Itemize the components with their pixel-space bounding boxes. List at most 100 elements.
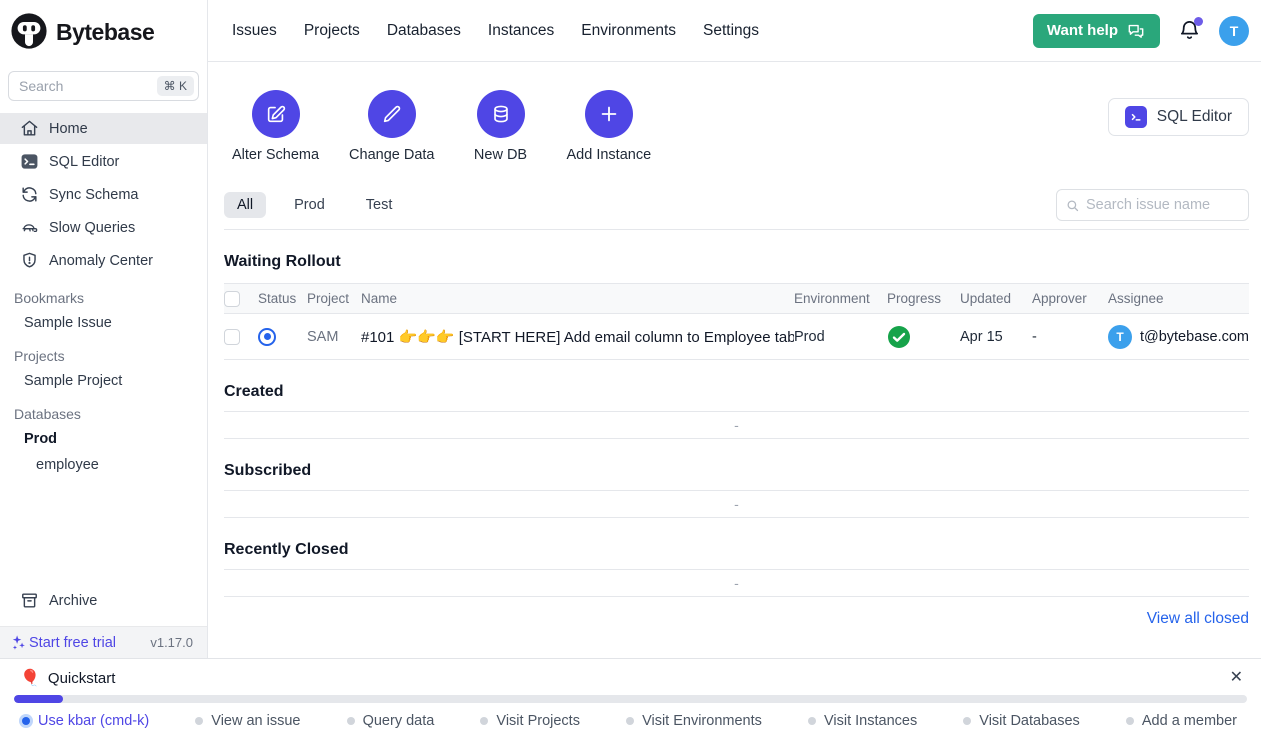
- top-nav: Issues Projects Databases Instances Envi…: [232, 22, 759, 40]
- sidebar-item-home[interactable]: Home: [0, 113, 207, 144]
- sidebar-item-slow-queries[interactable]: Slow Queries: [0, 212, 207, 243]
- step-dot: [1126, 717, 1134, 725]
- terminal-icon: [1125, 106, 1147, 128]
- sidebar-item-label: Slow Queries: [49, 220, 135, 236]
- turtle-icon: [20, 218, 39, 237]
- progress-done-icon: [887, 325, 960, 349]
- view-all-row: View all closed: [224, 610, 1249, 628]
- nav-issues[interactable]: Issues: [232, 22, 277, 40]
- sidebar-footer: Start free trial v1.17.0: [0, 626, 207, 658]
- chat-bubbles-icon: [1126, 21, 1146, 41]
- bytebase-logo[interactable]: Bytebase: [0, 0, 207, 63]
- sql-editor-button[interactable]: SQL Editor: [1108, 98, 1249, 136]
- quick-action-label: Add Instance: [567, 147, 652, 163]
- issue-search-input[interactable]: [1086, 197, 1240, 213]
- nav-settings[interactable]: Settings: [703, 22, 759, 40]
- step-label: View an issue: [211, 713, 300, 729]
- sidebar-item-sample-issue[interactable]: Sample Issue: [0, 310, 207, 336]
- col-assignee: Assignee: [1108, 291, 1249, 306]
- step-dot: [626, 717, 634, 725]
- nav-environments[interactable]: Environments: [581, 22, 676, 40]
- quickstart-title: Quickstart: [48, 670, 116, 687]
- quick-action-label: Change Data: [349, 147, 434, 163]
- sidebar-item-label: Anomaly Center: [49, 253, 153, 269]
- tab-prod[interactable]: Prod: [281, 192, 338, 218]
- section-title-subscribed: Subscribed: [224, 462, 1249, 480]
- brand-name: Bytebase: [56, 19, 154, 46]
- trial-label: Start free trial: [29, 635, 116, 651]
- sidebar: Bytebase ⌘ K Home SQL Editor Sync Schema…: [0, 0, 208, 658]
- step-visit-projects[interactable]: Visit Projects: [480, 713, 580, 729]
- issue-row[interactable]: SAM #101 👉👉👉 [START HERE] Add email colu…: [224, 314, 1249, 360]
- quickstart-progress-track: [14, 695, 1247, 703]
- step-dot: [347, 717, 355, 725]
- nav-projects[interactable]: Projects: [304, 22, 360, 40]
- user-avatar[interactable]: T: [1219, 16, 1249, 46]
- step-dot: [963, 717, 971, 725]
- empty-placeholder: -: [734, 496, 739, 512]
- sidebar-item-prod[interactable]: Prod: [0, 426, 207, 452]
- step-visit-instances[interactable]: Visit Instances: [808, 713, 917, 729]
- row-checkbox[interactable]: [224, 329, 240, 345]
- assignee-avatar: T: [1108, 325, 1132, 349]
- step-label: Visit Environments: [642, 713, 762, 729]
- alter-schema-button[interactable]: Alter Schema: [232, 90, 319, 163]
- sparkles-icon: [10, 634, 27, 651]
- section-title-created: Created: [224, 383, 1249, 401]
- want-help-button[interactable]: Want help: [1033, 14, 1160, 48]
- nav-instances[interactable]: Instances: [488, 22, 554, 40]
- sync-icon: [20, 185, 39, 204]
- issue-name[interactable]: #101 👉👉👉 [START HERE] Add email column t…: [361, 328, 794, 346]
- archive-icon: [20, 591, 39, 610]
- plus-icon: [585, 90, 633, 138]
- sidebar-item-sample-project[interactable]: Sample Project: [0, 368, 207, 394]
- step-dot: [808, 717, 816, 725]
- change-data-button[interactable]: Change Data: [349, 90, 434, 163]
- app: Bytebase ⌘ K Home SQL Editor Sync Schema…: [0, 0, 1261, 658]
- open-status-icon: [258, 328, 276, 346]
- col-progress: Progress: [887, 291, 960, 306]
- view-all-closed-link[interactable]: View all closed: [1147, 610, 1249, 628]
- sidebar-item-archive[interactable]: Archive: [0, 585, 207, 616]
- sidebar-item-label: Home: [49, 121, 88, 137]
- sidebar-item-sql-editor[interactable]: SQL Editor: [0, 146, 207, 177]
- close-icon[interactable]: ✕: [1230, 670, 1243, 686]
- sidebar-item-anomaly-center[interactable]: Anomaly Center: [0, 245, 207, 276]
- header-right: Want help T: [1033, 14, 1249, 48]
- sidebar-item-label: SQL Editor: [49, 154, 119, 170]
- col-updated: Updated: [960, 291, 1032, 306]
- step-use-kbar[interactable]: Use kbar (cmd-k): [22, 713, 149, 729]
- section-title-recently-closed: Recently Closed: [224, 541, 1249, 559]
- step-query-data[interactable]: Query data: [347, 713, 435, 729]
- issue-search[interactable]: [1056, 189, 1249, 221]
- global-search[interactable]: ⌘ K: [8, 71, 199, 101]
- sidebar-item-sync-schema[interactable]: Sync Schema: [0, 179, 207, 210]
- version-label: v1.17.0: [150, 635, 193, 650]
- sidebar-section-bookmarks: Bookmarks: [0, 278, 207, 310]
- tab-all[interactable]: All: [224, 192, 266, 218]
- step-label: Use kbar (cmd-k): [38, 713, 149, 729]
- new-db-button[interactable]: New DB: [465, 90, 537, 163]
- start-free-trial-link[interactable]: Start free trial: [10, 634, 116, 651]
- step-visit-environments[interactable]: Visit Environments: [626, 713, 762, 729]
- col-project: Project: [307, 291, 361, 306]
- nav-databases[interactable]: Databases: [387, 22, 461, 40]
- issue-approver: -: [1032, 329, 1108, 345]
- step-view-an-issue[interactable]: View an issue: [195, 713, 300, 729]
- quickstart-bar: 🎈 Quickstart ✕ Use kbar (cmd-k) View an …: [0, 658, 1261, 733]
- recently-closed-empty-row: -: [224, 569, 1249, 597]
- shield-icon: [20, 251, 39, 270]
- add-instance-button[interactable]: Add Instance: [567, 90, 652, 163]
- terminal-icon: [20, 152, 39, 171]
- notifications-bell[interactable]: [1178, 19, 1201, 42]
- sidebar-item-employee[interactable]: employee: [0, 452, 207, 478]
- assignee-email: t@bytebase.com: [1140, 329, 1249, 345]
- select-all-checkbox[interactable]: [224, 291, 240, 307]
- step-visit-databases[interactable]: Visit Databases: [963, 713, 1079, 729]
- step-label: Visit Projects: [496, 713, 580, 729]
- quickstart-steps: Use kbar (cmd-k) View an issue Query dat…: [0, 703, 1261, 729]
- step-label: Query data: [363, 713, 435, 729]
- step-add-a-member[interactable]: Add a member: [1126, 713, 1237, 729]
- global-search-input[interactable]: [19, 78, 157, 94]
- tab-test[interactable]: Test: [353, 192, 406, 218]
